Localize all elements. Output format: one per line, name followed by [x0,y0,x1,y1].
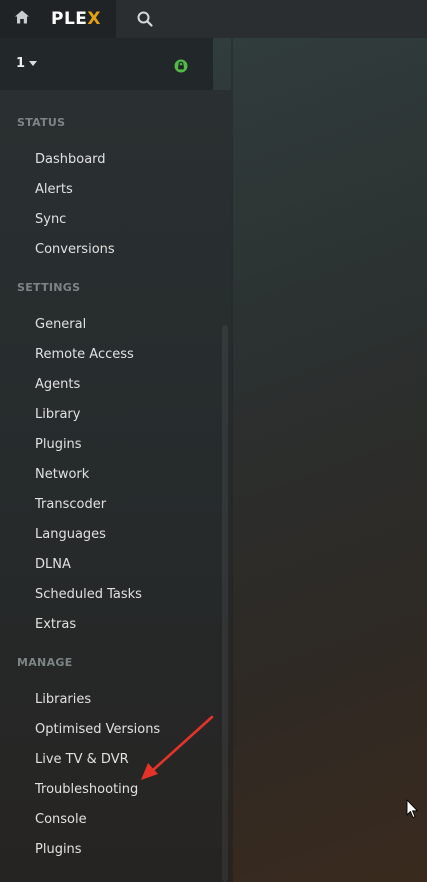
top-bar: PLE X [0,0,427,38]
server-name: 1 [16,56,26,71]
sidebar-item-plugins-manage[interactable]: Plugins [35,842,82,857]
sidebar-item-console[interactable]: Console [35,812,87,827]
sidebar-scrollbar[interactable] [222,325,228,882]
sidebar-item-conversions[interactable]: Conversions [35,242,115,257]
sidebar-item-live-tv-dvr[interactable]: Live TV & DVR [35,752,129,767]
sidebar-item-agents[interactable]: Agents [35,377,80,392]
sidebar-divider [231,38,233,882]
sidebar-item-scheduled-tasks[interactable]: Scheduled Tasks [35,587,142,602]
section-header-status: STATUS [17,116,66,129]
sidebar-item-dashboard[interactable]: Dashboard [35,152,106,167]
sidebar-item-languages[interactable]: Languages [35,527,106,542]
server-selector[interactable]: 1 [0,38,213,90]
sidebar-item-alerts[interactable]: Alerts [35,182,73,197]
plex-logo[interactable]: PLE X [51,8,101,30]
caret-down-icon [29,61,37,66]
sidebar-item-sync[interactable]: Sync [35,212,66,227]
sidebar-item-library[interactable]: Library [35,407,80,422]
sidebar-item-network[interactable]: Network [35,467,89,482]
search-icon[interactable] [136,10,154,28]
sidebar-item-extras[interactable]: Extras [35,617,76,632]
sidebar-item-troubleshooting[interactable]: Troubleshooting [35,782,138,797]
sidebar-item-remote-access[interactable]: Remote Access [35,347,134,362]
logo-text: PLE [51,9,88,29]
sidebar-item-plugins-settings[interactable]: Plugins [35,437,82,452]
section-header-manage: MANAGE [17,656,73,669]
mouse-cursor-icon [406,799,418,818]
sidebar-item-optimised-versions[interactable]: Optimised Versions [35,722,160,737]
section-header-settings: SETTINGS [17,281,81,294]
sidebar-item-transcoder[interactable]: Transcoder [35,497,106,512]
home-button[interactable] [0,0,44,38]
sidebar-item-general[interactable]: General [35,317,86,332]
search-bar[interactable] [116,0,427,38]
sidebar-item-libraries[interactable]: Libraries [35,692,91,707]
logo-x-mark: X [87,9,102,29]
sidebar-item-dlna[interactable]: DLNA [35,557,71,572]
home-icon [14,9,30,29]
lock-icon [174,58,188,73]
